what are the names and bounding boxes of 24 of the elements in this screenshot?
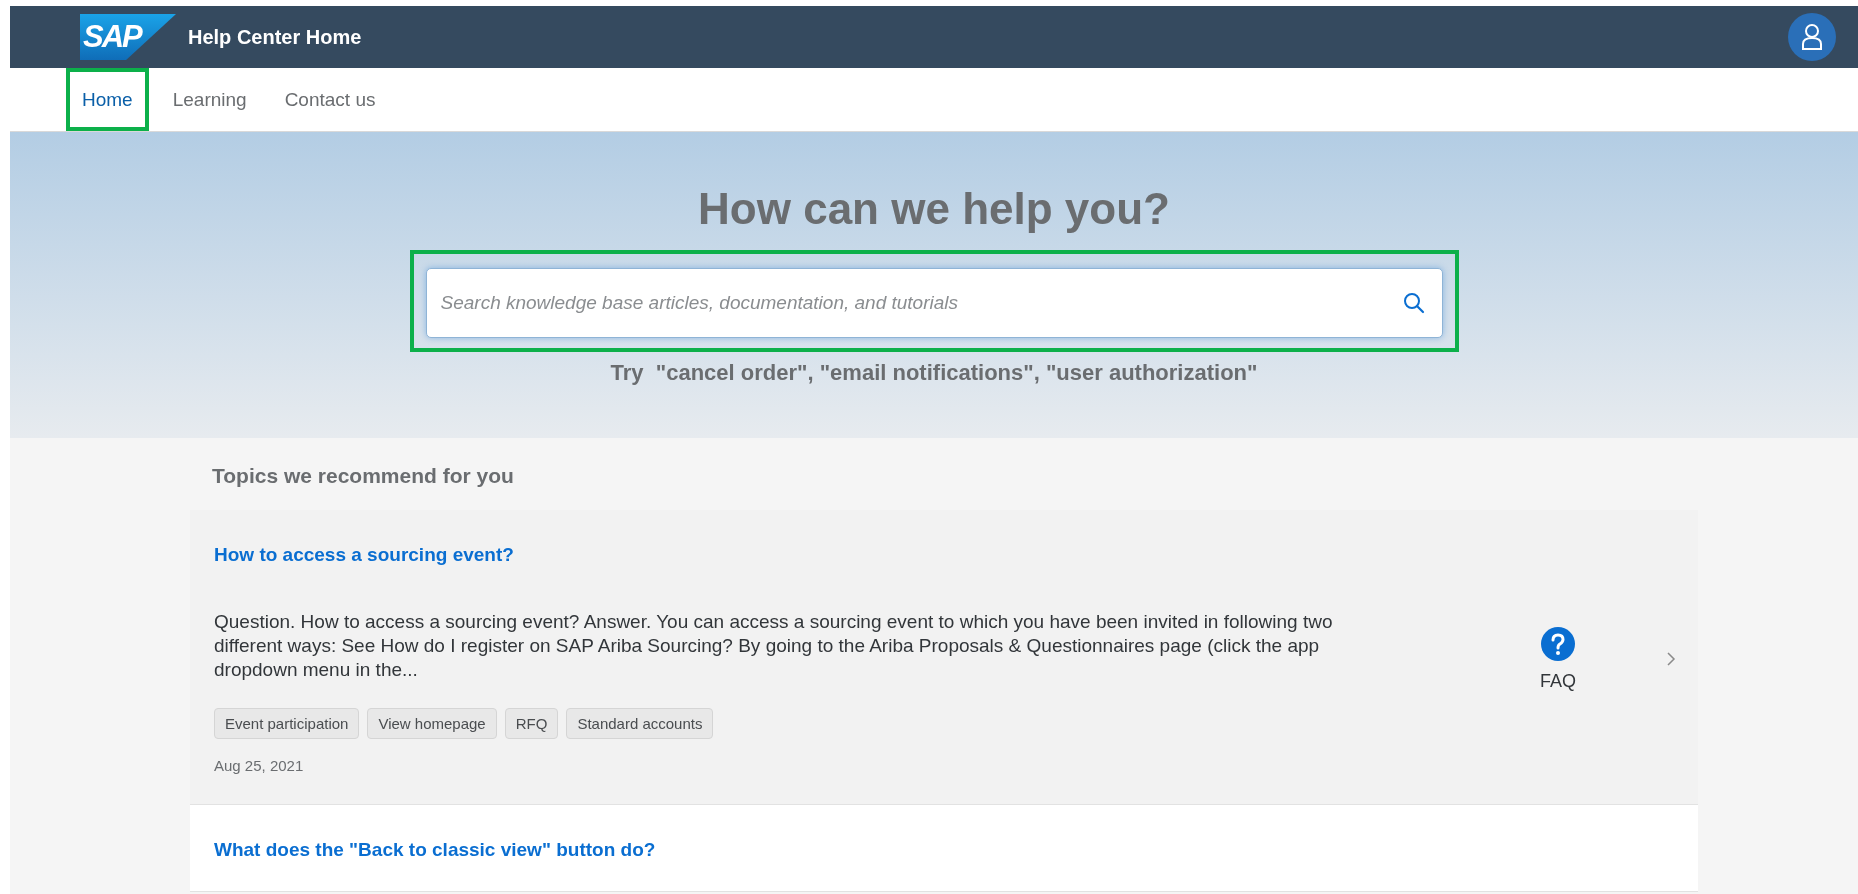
nav-tab[interactable]: Learning bbox=[158, 68, 261, 131]
search-field[interactable]: Search knowledge base articles, documentation, and tutorials bbox=[425, 268, 1443, 338]
question-icon bbox=[1541, 626, 1575, 661]
hero-heading: How can we help you? bbox=[698, 184, 1170, 234]
nav-tab[interactable]: Contact us bbox=[270, 68, 390, 131]
article-card[interactable]: What does the "Back to classic view" button do? bbox=[190, 805, 1698, 892]
article-type: FAQ bbox=[1540, 670, 1576, 692]
tag-chip[interactable]: Standard accounts bbox=[566, 708, 714, 739]
article-title-link[interactable]: What does the "Back to classic view" button do? bbox=[214, 839, 1676, 861]
user-avatar-button[interactable] bbox=[1788, 13, 1836, 61]
tag-chip[interactable]: RFQ bbox=[504, 708, 559, 739]
tag-chip[interactable]: View homepage bbox=[367, 708, 497, 739]
search-icon[interactable] bbox=[1402, 292, 1425, 314]
search-suggestions: Try "cancel order", "email notifications", "user authorization" bbox=[610, 360, 1258, 386]
article-title-link[interactable]: How to access a sourcing event? bbox=[214, 544, 1480, 566]
tag-chip[interactable]: Event participation bbox=[214, 708, 360, 739]
nav-tab[interactable]: Home bbox=[66, 68, 149, 131]
logo[interactable]: SAP bbox=[80, 14, 176, 60]
article-excerpt: Question. How to access a sourcing event? Answer. You can access a sourcing event to which you have been invited in following two different ways: See How do I register on SAP Ariba Sourcing? By going to the Ariba Proposals & Questionnaires page (click the app dropdown menu in the... bbox=[214, 610, 1334, 682]
user-icon bbox=[1801, 23, 1823, 51]
section-title: Topics we recommend for you bbox=[212, 464, 515, 488]
chevron-right-icon[interactable] bbox=[1666, 651, 1676, 667]
page-title: Help Center Home bbox=[188, 25, 362, 49]
article-date: Aug 25, 2021 bbox=[214, 757, 305, 774]
